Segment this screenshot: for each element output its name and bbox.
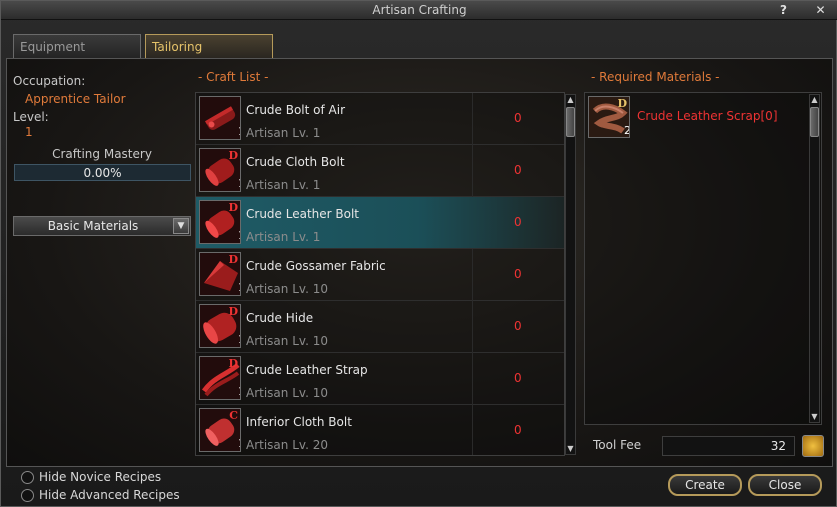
required-material-name: Crude Leather Scrap[0] xyxy=(637,109,778,123)
window-title: Artisan Crafting xyxy=(372,3,467,17)
scroll-thumb[interactable] xyxy=(810,107,819,137)
item-count: 0 xyxy=(514,111,522,125)
grade-badge: D xyxy=(617,97,627,110)
grade-badge: D xyxy=(228,149,238,162)
tab-tailoring[interactable]: Tailoring xyxy=(145,34,273,58)
option-label: Hide Advanced Recipes xyxy=(39,488,180,502)
list-item[interactable]: C 1 Inferior Cloth Bolt Artisan Lv. 20 0 xyxy=(196,405,564,455)
occupation-value: Apprentice Tailor xyxy=(25,92,126,106)
item-count: 0 xyxy=(514,267,522,281)
item-name: Crude Leather Strap xyxy=(246,363,368,377)
occupation-label: Occupation: xyxy=(13,74,86,88)
item-count: 0 xyxy=(514,163,522,177)
item-name: Crude Cloth Bolt xyxy=(246,155,345,169)
category-dropdown-value: Basic Materials xyxy=(47,219,139,233)
item-level: Artisan Lv. 10 xyxy=(246,282,328,296)
artisan-crafting-window: Artisan Crafting ? ✕ Equipment Tailoring… xyxy=(0,0,837,507)
adena-coin-icon xyxy=(802,435,824,457)
grade-badge: D xyxy=(228,201,238,214)
item-name: Crude Hide xyxy=(246,311,314,325)
item-level: Artisan Lv. 20 xyxy=(246,438,328,452)
craft-list: 1 Crude Bolt of Air Artisan Lv. 1 0 D 1 … xyxy=(195,92,565,456)
required-materials-scrollbar[interactable]: ▲ ▼ xyxy=(809,94,820,423)
column-divider xyxy=(472,301,473,353)
cloth-bolt-icon: D 1 xyxy=(199,148,241,192)
scroll-thumb[interactable] xyxy=(566,107,575,137)
item-quantity: 2 xyxy=(624,124,629,137)
help-icon[interactable]: ? xyxy=(776,3,791,18)
list-item[interactable]: 1 Crude Bolt of Air Artisan Lv. 1 0 xyxy=(196,93,564,145)
item-quantity: 1 xyxy=(238,229,240,242)
scroll-up-icon[interactable]: ▲ xyxy=(810,95,819,105)
required-materials-list: D 2 Crude Leather Scrap[0] xyxy=(584,92,822,425)
item-count: 0 xyxy=(514,423,522,437)
leather-scrap-icon[interactable]: D 2 xyxy=(588,96,630,138)
tool-fee-label: Tool Fee xyxy=(593,438,642,452)
fabric-icon: D 1 xyxy=(199,252,241,296)
create-button[interactable]: Create xyxy=(668,474,742,496)
strap-icon: D 1 xyxy=(199,356,241,400)
column-divider xyxy=(472,93,473,145)
grade-badge: D xyxy=(228,253,238,266)
column-divider xyxy=(472,249,473,301)
item-level: Artisan Lv. 10 xyxy=(246,334,328,348)
item-level: Artisan Lv. 1 xyxy=(246,126,321,140)
tab-equipment[interactable]: Equipment xyxy=(13,34,141,58)
tool-fee-value: 32 xyxy=(770,439,786,453)
item-name: Crude Leather Bolt xyxy=(246,207,359,221)
radio-button[interactable] xyxy=(21,471,34,484)
grade-badge: D xyxy=(228,357,238,370)
close-icon[interactable]: ✕ xyxy=(813,3,828,18)
scroll-down-icon[interactable]: ▼ xyxy=(810,412,819,422)
close-button[interactable]: Close xyxy=(748,474,822,496)
item-quantity: 1 xyxy=(238,281,240,294)
item-quantity: 1 xyxy=(238,437,240,450)
hide-icon: D 1 xyxy=(199,304,241,348)
grade-badge: D xyxy=(228,305,238,318)
scroll-down-icon[interactable]: ▼ xyxy=(566,444,575,454)
item-level: Artisan Lv. 10 xyxy=(246,386,328,400)
scroll-up-icon[interactable]: ▲ xyxy=(566,95,575,105)
option-label: Hide Novice Recipes xyxy=(39,470,162,484)
item-quantity: 1 xyxy=(238,333,240,346)
radio-button[interactable] xyxy=(21,489,34,502)
item-count: 0 xyxy=(514,371,522,385)
crafting-mastery-value: 0.00% xyxy=(83,166,122,180)
item-quantity: 1 xyxy=(238,177,240,190)
crafting-mastery-bar: 0.00% xyxy=(14,164,191,181)
level-label: Level: xyxy=(13,110,49,124)
list-item-selected[interactable]: D 1 Crude Leather Bolt Artisan Lv. 1 0 xyxy=(196,197,564,249)
craft-list-scrollbar[interactable]: ▲ ▼ xyxy=(565,94,576,455)
grade-badge: C xyxy=(229,409,238,422)
required-materials-title: - Required Materials - xyxy=(591,70,720,84)
craft-list-title: - Craft List - xyxy=(198,70,269,84)
category-dropdown[interactable]: Basic Materials ▼ xyxy=(13,216,191,236)
list-item[interactable]: D 1 Crude Cloth Bolt Artisan Lv. 1 0 xyxy=(196,145,564,197)
item-name: Crude Bolt of Air xyxy=(246,103,346,117)
list-item[interactable]: D 1 Crude Gossamer Fabric Artisan Lv. 10… xyxy=(196,249,564,301)
item-quantity: 1 xyxy=(238,125,240,138)
item-name: Crude Gossamer Fabric xyxy=(246,259,386,273)
column-divider xyxy=(472,145,473,197)
column-divider xyxy=(472,353,473,405)
level-value: 1 xyxy=(25,125,33,139)
leather-bolt-icon: D 1 xyxy=(199,200,241,244)
list-item[interactable]: D 1 Crude Leather Strap Artisan Lv. 10 0 xyxy=(196,353,564,405)
item-count: 0 xyxy=(514,319,522,333)
item-level: Artisan Lv. 1 xyxy=(246,178,321,192)
list-item[interactable]: D 1 Crude Hide Artisan Lv. 10 0 xyxy=(196,301,564,353)
bolt-icon: 1 xyxy=(199,96,241,140)
chevron-down-icon[interactable]: ▼ xyxy=(173,218,189,234)
column-divider xyxy=(472,405,473,455)
tool-fee-field: 32 xyxy=(662,436,795,456)
item-level: Artisan Lv. 1 xyxy=(246,230,321,244)
item-name: Inferior Cloth Bolt xyxy=(246,415,352,429)
crafting-mastery-label: Crafting Mastery xyxy=(52,147,152,161)
item-quantity: 1 xyxy=(238,385,240,398)
cloth-bolt-icon: C 1 xyxy=(199,408,241,452)
title-bar[interactable]: Artisan Crafting ? ✕ xyxy=(1,1,837,20)
item-count: 0 xyxy=(514,215,522,229)
